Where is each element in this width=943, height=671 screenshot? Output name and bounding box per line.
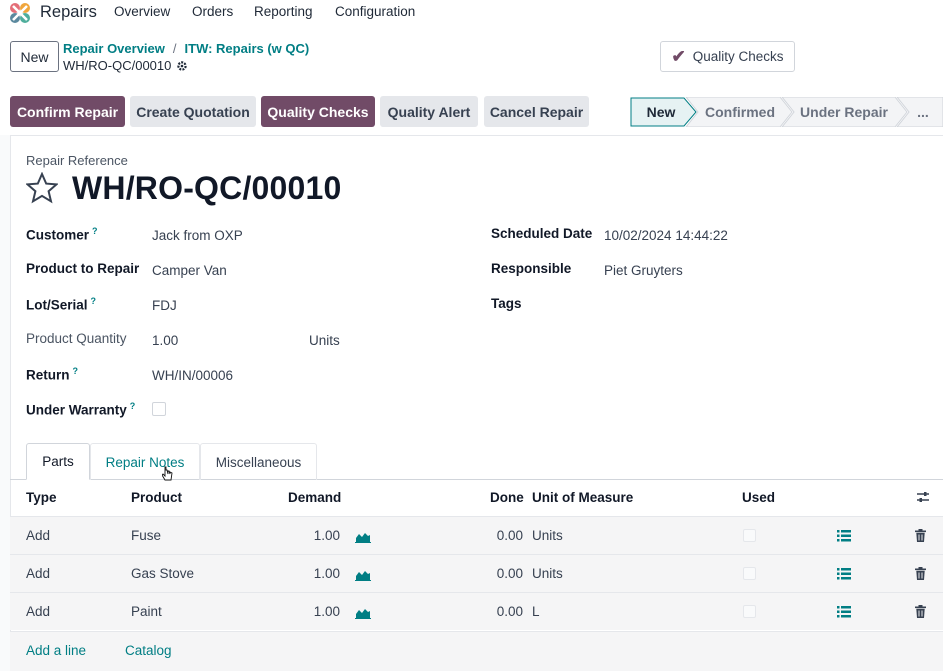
catalog-link[interactable]: Catalog xyxy=(125,643,172,658)
row-done[interactable]: 0.00 xyxy=(470,566,523,581)
help-icon[interactable]: ? xyxy=(91,296,97,306)
stage-more[interactable]: ... xyxy=(908,97,938,127)
product-to-repair-label: Product to Repair xyxy=(26,261,140,276)
lot-serial-label: Lot/Serial? xyxy=(26,296,97,313)
cancel-repair-button[interactable]: Cancel Repair xyxy=(484,96,589,127)
help-icon[interactable]: ? xyxy=(92,226,98,236)
current-record: WH/RO-QC/00010 xyxy=(63,58,188,73)
row-product[interactable]: Paint xyxy=(131,604,162,619)
col-header-product[interactable]: Product xyxy=(131,490,182,505)
quality-alert-button[interactable]: Quality Alert xyxy=(380,96,478,127)
detailed-operations-list-icon[interactable] xyxy=(837,606,851,618)
row-type[interactable]: Add xyxy=(26,528,50,543)
customer-field[interactable]: Jack from OXP xyxy=(152,228,243,243)
breadcrumb: Repair Overview / ITW: Repairs (w QC) xyxy=(63,41,309,56)
product-quantity-uom: Units xyxy=(309,333,340,348)
under-warranty-checkbox[interactable] xyxy=(152,402,166,416)
row-demand[interactable]: 1.00 xyxy=(290,604,340,619)
row-uom[interactable]: Units xyxy=(532,528,563,543)
help-icon[interactable]: ? xyxy=(73,366,79,376)
product-quantity-label: Product Quantity xyxy=(26,331,127,346)
new-button[interactable]: New xyxy=(10,41,59,72)
trash-icon[interactable] xyxy=(915,567,926,580)
current-record-name: WH/RO-QC/00010 xyxy=(63,58,172,73)
stage-new[interactable]: New xyxy=(638,97,684,127)
record-title: WH/RO-QC/00010 xyxy=(72,170,342,206)
row-used-checkbox[interactable] xyxy=(743,567,756,580)
optional-columns-icon[interactable] xyxy=(916,490,930,504)
app-name[interactable]: Repairs xyxy=(40,3,97,22)
tab-parts[interactable]: Parts xyxy=(26,443,90,480)
row-demand[interactable]: 1.00 xyxy=(290,528,340,543)
row-done[interactable]: 0.00 xyxy=(470,604,523,619)
menu-reporting[interactable]: Reporting xyxy=(254,4,313,19)
menu-configuration[interactable]: Configuration xyxy=(335,4,415,19)
create-quotation-button[interactable]: Create Quotation xyxy=(130,96,256,127)
gear-icon[interactable] xyxy=(176,60,188,72)
top-navbar: Repairs Overview Orders Reporting Config… xyxy=(0,0,943,26)
repairs-app-logo-icon[interactable] xyxy=(9,2,31,24)
stage-under-repair[interactable]: Under Repair xyxy=(798,97,890,127)
col-header-done[interactable]: Done xyxy=(490,490,524,505)
menu-overview[interactable]: Overview xyxy=(114,4,170,19)
star-icon[interactable] xyxy=(26,172,58,204)
row-used-checkbox[interactable] xyxy=(743,605,756,618)
row-done[interactable]: 0.00 xyxy=(470,528,523,543)
lot-serial-field[interactable]: FDJ xyxy=(152,298,177,313)
col-header-used[interactable]: Used xyxy=(742,490,775,505)
stage-confirmed[interactable]: Confirmed xyxy=(702,97,778,127)
row-uom[interactable]: L xyxy=(532,604,540,619)
help-icon[interactable]: ? xyxy=(130,401,136,411)
quality-checks-button[interactable]: Quality Checks xyxy=(261,96,375,127)
row-product[interactable]: Fuse xyxy=(131,528,161,543)
trash-icon[interactable] xyxy=(915,529,926,542)
forecast-chart-icon[interactable] xyxy=(355,569,371,581)
forecast-chart-icon[interactable] xyxy=(355,531,371,543)
row-demand[interactable]: 1.00 xyxy=(290,566,340,581)
detailed-operations-list-icon[interactable] xyxy=(837,568,851,580)
quality-checks-smart-button[interactable]: ✔ Quality Checks xyxy=(660,41,795,72)
under-warranty-label: Under Warranty? xyxy=(26,401,136,418)
quality-checks-smart-label: Quality Checks xyxy=(692,49,784,64)
scheduled-date-label: Scheduled Date xyxy=(491,226,593,241)
row-uom[interactable]: Units xyxy=(532,566,563,581)
forecast-chart-icon[interactable] xyxy=(355,607,371,619)
repair-reference-label: Repair Reference xyxy=(26,153,128,168)
breadcrumb-separator: / xyxy=(172,41,177,56)
row-product[interactable]: Gas Stove xyxy=(131,566,194,581)
row-type[interactable]: Add xyxy=(26,566,50,581)
row-type[interactable]: Add xyxy=(26,604,50,619)
trash-icon[interactable] xyxy=(915,605,926,618)
breadcrumb-itw-repairs[interactable]: ITW: Repairs (w QC) xyxy=(185,41,310,56)
confirm-repair-button[interactable]: Confirm Repair xyxy=(10,96,125,127)
col-header-demand[interactable]: Demand xyxy=(288,490,341,505)
product-to-repair-field[interactable]: Camper Van xyxy=(152,263,227,278)
table-footer: Add a line Catalog xyxy=(10,631,943,671)
checkmark-icon: ✔ xyxy=(671,46,686,66)
col-header-uom[interactable]: Unit of Measure xyxy=(532,490,633,505)
responsible-label: Responsible xyxy=(491,261,572,276)
tab-miscellaneous[interactable]: Miscellaneous xyxy=(200,443,317,480)
status-bar: New Confirmed Under Repair ... xyxy=(630,97,943,127)
customer-label: Customer? xyxy=(26,226,98,243)
add-a-line-link[interactable]: Add a line xyxy=(26,643,86,658)
scheduled-date-field[interactable]: 10/02/2024 14:44:22 xyxy=(604,228,728,243)
mouse-pointer-icon xyxy=(162,466,173,481)
tags-label: Tags xyxy=(491,296,522,311)
return-label: Return? xyxy=(26,366,78,383)
product-quantity-field[interactable]: 1.00 xyxy=(152,333,178,348)
menu-orders[interactable]: Orders xyxy=(192,4,233,19)
col-header-type[interactable]: Type xyxy=(26,490,57,505)
table-row[interactable]: Add Fuse 1.00 0.00 Units xyxy=(10,516,943,554)
detailed-operations-list-icon[interactable] xyxy=(837,530,851,542)
responsible-field[interactable]: Piet Gruyters xyxy=(604,263,683,278)
table-row[interactable]: Add Paint 1.00 0.00 L xyxy=(10,592,943,630)
table-row[interactable]: Add Gas Stove 1.00 0.00 Units xyxy=(10,554,943,592)
row-used-checkbox[interactable] xyxy=(743,529,756,542)
tab-repair-notes[interactable]: Repair Notes xyxy=(90,443,200,480)
breadcrumb-repair-overview[interactable]: Repair Overview xyxy=(63,41,165,56)
return-field[interactable]: WH/IN/00006 xyxy=(152,368,233,383)
